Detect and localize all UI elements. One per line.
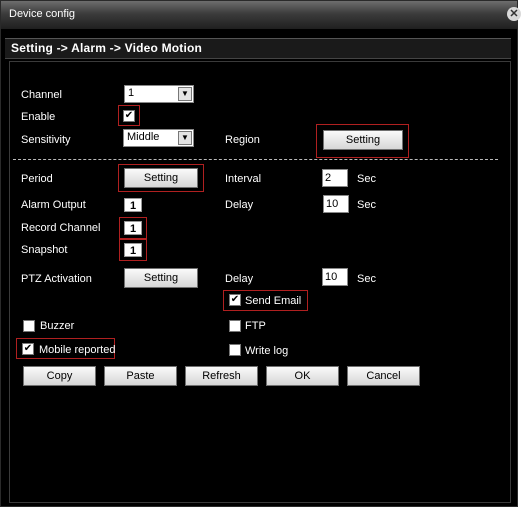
record-channel-value[interactable]: 1 bbox=[124, 221, 142, 235]
record-channel-label: Record Channel bbox=[21, 222, 101, 234]
close-icon[interactable]: ✕ bbox=[507, 7, 521, 21]
ptz-delay-input[interactable]: 10 bbox=[322, 268, 348, 286]
sensitivity-label: Sensitivity bbox=[21, 134, 71, 146]
buzzer-checkbox[interactable] bbox=[23, 320, 35, 332]
send-email-checkbox[interactable]: ✔ bbox=[229, 294, 241, 306]
enable-label: Enable bbox=[21, 111, 56, 123]
write-log-label: Write log bbox=[245, 345, 289, 357]
delay-unit: Sec bbox=[357, 199, 376, 211]
ptz-delay-unit: Sec bbox=[357, 273, 376, 285]
channel-label: Channel bbox=[21, 89, 62, 101]
copy-button[interactable]: Copy bbox=[23, 366, 96, 386]
interval-label: Interval bbox=[225, 173, 262, 185]
ptz-activation-label: PTZ Activation bbox=[21, 273, 92, 285]
mobile-reported-checkbox[interactable]: ✔ bbox=[22, 343, 34, 355]
cancel-button[interactable]: Cancel bbox=[347, 366, 420, 386]
ptz-setting-button[interactable]: Setting bbox=[124, 268, 198, 288]
alarm-output-channel[interactable]: 1 bbox=[124, 198, 142, 212]
breadcrumb-text: Setting -> Alarm -> Video Motion bbox=[11, 41, 203, 55]
title-bar: Device config bbox=[1, 1, 517, 29]
enable-checkbox[interactable]: ✔ bbox=[123, 110, 135, 122]
breadcrumb: Setting -> Alarm -> Video Motion bbox=[5, 38, 511, 59]
paste-button[interactable]: Paste bbox=[104, 366, 177, 386]
channel-select[interactable]: 1 ▼ bbox=[124, 85, 194, 103]
region-label: Region bbox=[225, 134, 260, 146]
delay-input[interactable]: 10 bbox=[323, 195, 349, 213]
ftp-label: FTP bbox=[245, 320, 266, 332]
channel-value: 1 bbox=[128, 87, 135, 99]
sensitivity-select[interactable]: Middle ▼ bbox=[123, 129, 194, 147]
mobile-reported-label: Mobile reported bbox=[39, 344, 116, 356]
refresh-button[interactable]: Refresh bbox=[185, 366, 258, 386]
ptz-delay-label: Delay bbox=[225, 273, 254, 285]
interval-unit: Sec bbox=[357, 173, 376, 185]
ftp-checkbox[interactable] bbox=[229, 320, 241, 332]
period-label: Period bbox=[21, 173, 53, 185]
snapshot-value[interactable]: 1 bbox=[124, 243, 142, 257]
checkmark-icon: ✔ bbox=[230, 294, 240, 305]
ok-button[interactable]: OK bbox=[266, 366, 339, 386]
send-email-label: Send Email bbox=[245, 295, 302, 307]
checkmark-icon: ✔ bbox=[124, 110, 134, 121]
checkmark-icon: ✔ bbox=[23, 343, 33, 354]
chevron-down-icon: ▼ bbox=[178, 131, 192, 145]
section-divider bbox=[13, 159, 498, 160]
delay-label: Delay bbox=[225, 199, 254, 211]
alarm-output-label: Alarm Output bbox=[21, 199, 86, 211]
device-config-window: Device config Setting -> Alarm -> Video … bbox=[0, 0, 518, 507]
period-setting-button[interactable]: Setting bbox=[124, 168, 198, 188]
sensitivity-value: Middle bbox=[127, 131, 160, 143]
window-title: Device config bbox=[9, 8, 76, 20]
write-log-checkbox[interactable] bbox=[229, 344, 241, 356]
region-setting-button[interactable]: Setting bbox=[323, 130, 403, 150]
chevron-down-icon: ▼ bbox=[178, 87, 192, 101]
snapshot-label: Snapshot bbox=[21, 244, 68, 256]
buzzer-label: Buzzer bbox=[40, 320, 75, 332]
interval-input[interactable]: 2 bbox=[322, 169, 348, 187]
